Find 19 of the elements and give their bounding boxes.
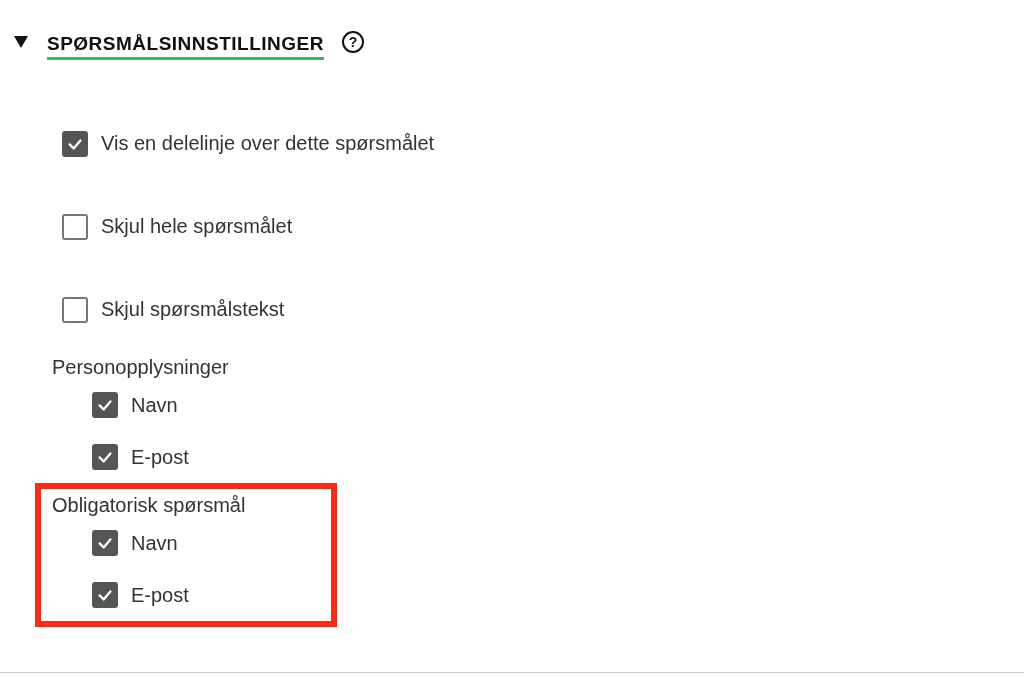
checkbox[interactable]	[92, 530, 118, 556]
expand-triangle-icon[interactable]	[14, 36, 28, 48]
checkbox[interactable]	[62, 130, 88, 157]
checkbox[interactable]	[62, 296, 88, 323]
checkbox-label[interactable]: Navn	[131, 531, 178, 555]
checkbox-label[interactable]: E-post	[131, 445, 189, 469]
checkbox[interactable]	[92, 582, 118, 608]
help-icon[interactable]: ?	[342, 31, 364, 53]
group-label: Personopplysninger	[52, 355, 230, 379]
group-label: Obligatorisk spørsmål	[52, 493, 247, 517]
checkbox[interactable]	[62, 213, 88, 240]
checkbox-label[interactable]: Vis en delelinje over dette spørsmålet	[101, 132, 435, 155]
checkbox-label[interactable]: Skjul spørsmålstekst	[101, 298, 285, 321]
checkbox[interactable]	[92, 444, 118, 470]
checkbox[interactable]	[92, 392, 118, 418]
section-title[interactable]: SPØRSMÅLSINNSTILLINGER	[47, 29, 324, 60]
checkbox-label[interactable]: Skjul hele spørsmålet	[101, 215, 293, 238]
checkbox-label[interactable]: Navn	[131, 393, 178, 417]
checkbox-label[interactable]: E-post	[131, 583, 189, 607]
